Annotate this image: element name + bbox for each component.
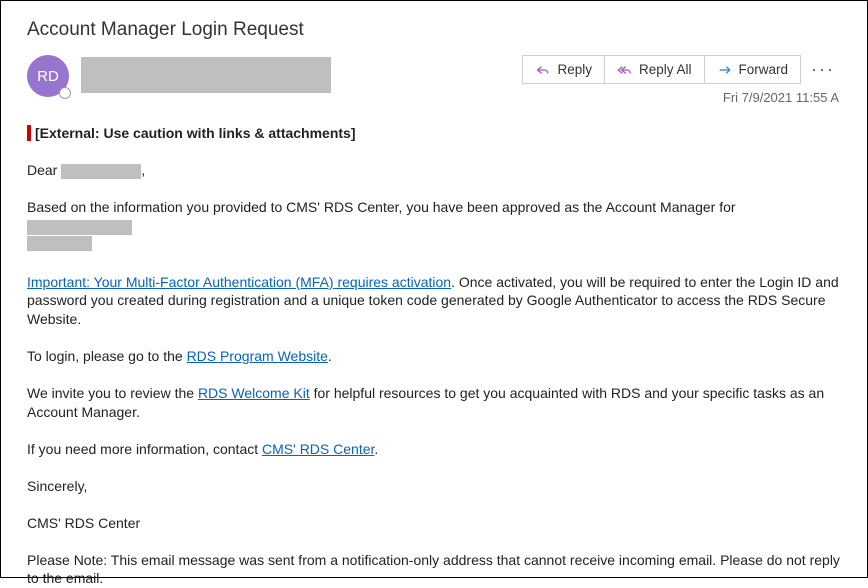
reply-label: Reply (557, 62, 592, 77)
reply-icon (535, 62, 551, 78)
rds-program-link[interactable]: RDS Program Website (187, 348, 328, 364)
contact-paragraph: If you need more information, contact CM… (27, 440, 841, 459)
email-header: RD Reply Reply All Forward (27, 55, 841, 105)
reply-all-button[interactable]: Reply All (604, 55, 705, 84)
cms-rds-center-link[interactable]: CMS' RDS Center (262, 441, 374, 457)
greeting-line: Dear , (27, 161, 841, 180)
login-pre-text: To login, please go to the (27, 348, 187, 364)
more-actions-button[interactable]: ··· (801, 55, 841, 84)
email-subject: Account Manager Login Request (27, 19, 841, 41)
approval-paragraph: Based on the information you provided to… (27, 198, 841, 255)
recipient-name-redacted (61, 164, 141, 179)
email-timestamp: Fri 7/9/2021 11:55 A (723, 90, 841, 105)
mfa-activation-link[interactable]: Important: Your Multi-Factor Authenticat… (27, 274, 451, 290)
sender-avatar[interactable]: RD (27, 55, 69, 97)
org-redacted-1 (27, 220, 132, 235)
footer-note: Please Note: This email message was sent… (27, 551, 841, 588)
forward-icon (717, 62, 733, 78)
email-body: Dear , Based on the information you prov… (27, 161, 841, 588)
presence-indicator (59, 87, 71, 99)
action-toolbar: Reply Reply All Forward ··· (522, 55, 841, 84)
reply-button[interactable]: Reply (522, 55, 605, 84)
mfa-paragraph: Important: Your Multi-Factor Authenticat… (27, 273, 841, 330)
contact-period: . (374, 441, 378, 457)
greeting-prefix: Dear (27, 162, 61, 178)
reply-all-label: Reply All (639, 62, 692, 77)
contact-pre-text: If you need more information, contact (27, 441, 262, 457)
closing-line: Sincerely, (27, 477, 841, 496)
welcome-paragraph: We invite you to review the RDS Welcome … (27, 384, 841, 422)
reply-all-icon (617, 62, 633, 78)
signature-line: CMS' RDS Center (27, 514, 841, 533)
approval-text: Based on the information you provided to… (27, 199, 736, 215)
login-period: . (328, 348, 332, 364)
forward-button[interactable]: Forward (704, 55, 802, 84)
login-paragraph: To login, please go to the RDS Program W… (27, 347, 841, 366)
external-warning-banner: [External: Use caution with links & atta… (27, 125, 841, 141)
sender-name-redacted (81, 57, 331, 93)
welcome-kit-link[interactable]: RDS Welcome Kit (198, 385, 310, 401)
org-redacted-2 (27, 236, 92, 251)
greeting-suffix: , (141, 162, 145, 178)
welcome-pre-text: We invite you to review the (27, 385, 198, 401)
forward-label: Forward (739, 62, 789, 77)
